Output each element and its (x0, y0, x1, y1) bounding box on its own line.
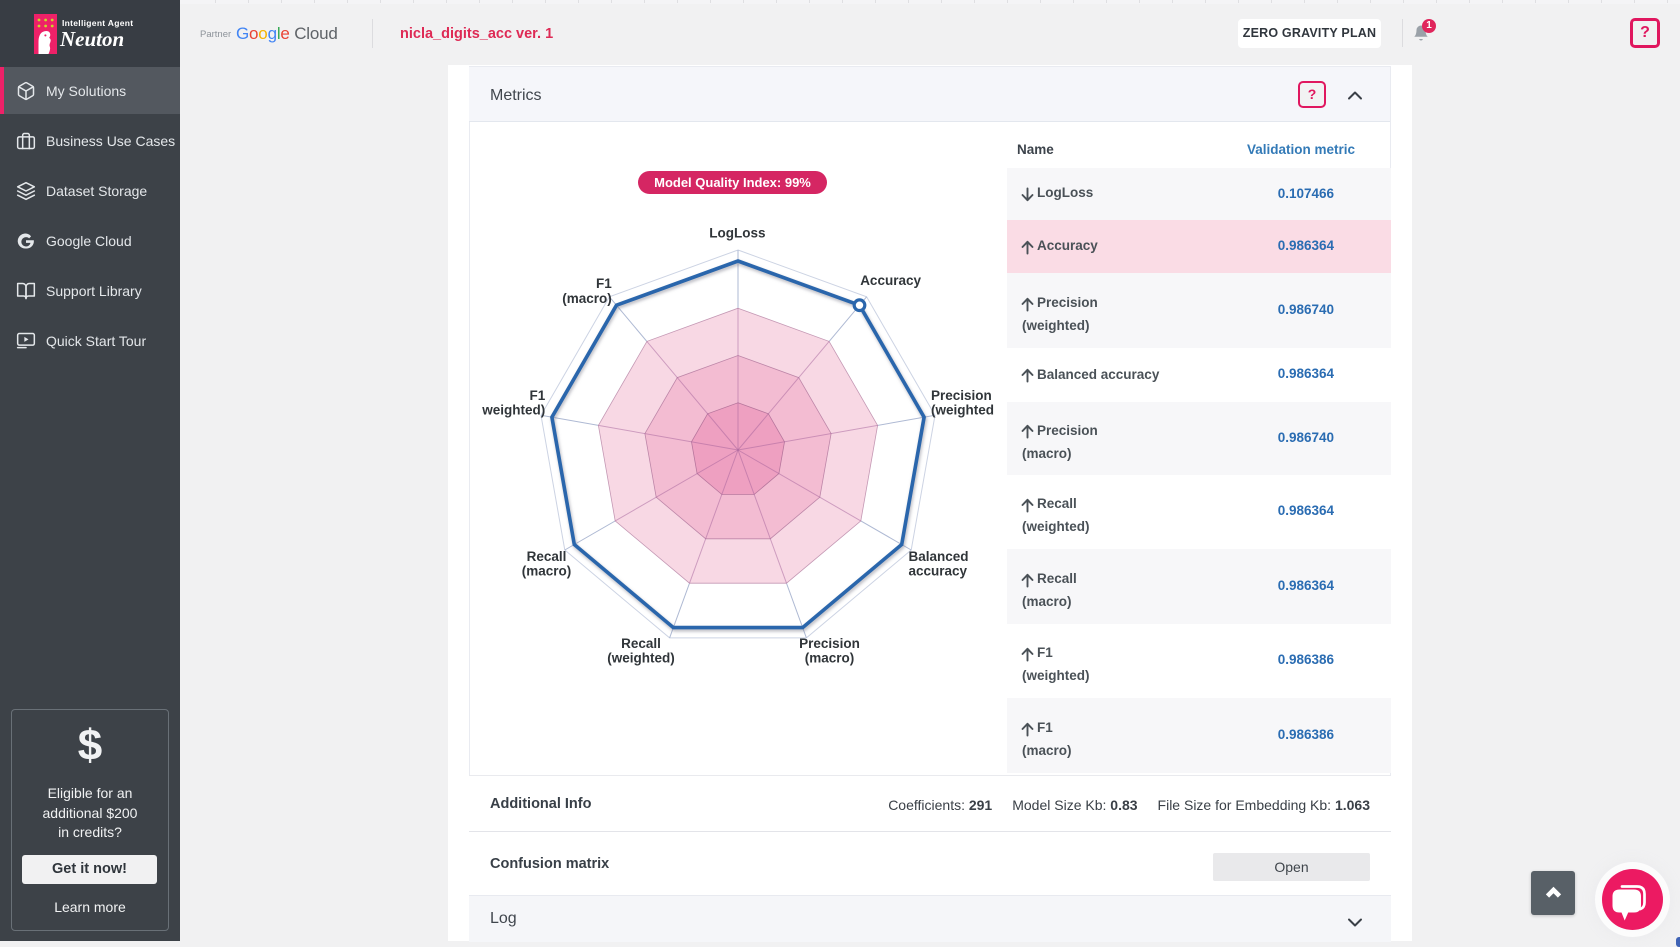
svg-text:accuracy: accuracy (909, 564, 968, 579)
svg-text:Precision: Precision (931, 388, 992, 403)
svg-text:Balanced: Balanced (909, 549, 969, 564)
svg-text:(macro): (macro) (562, 291, 612, 306)
svg-text:(weighted): (weighted) (607, 651, 675, 666)
svg-text:Precision: Precision (799, 636, 860, 651)
svg-text:Recall: Recall (621, 636, 661, 651)
svg-text:(weighted: (weighted (931, 403, 994, 418)
svg-text:LogLoss: LogLoss (709, 226, 765, 241)
svg-text:(macro): (macro) (805, 651, 855, 666)
svg-text:(macro): (macro) (522, 564, 572, 579)
svg-text:Accuracy: Accuracy (860, 273, 921, 288)
svg-text:F1: F1 (596, 276, 612, 291)
svg-text:weighted): weighted) (481, 403, 545, 418)
svg-text:Recall: Recall (527, 549, 567, 564)
svg-text:F1: F1 (530, 388, 546, 403)
